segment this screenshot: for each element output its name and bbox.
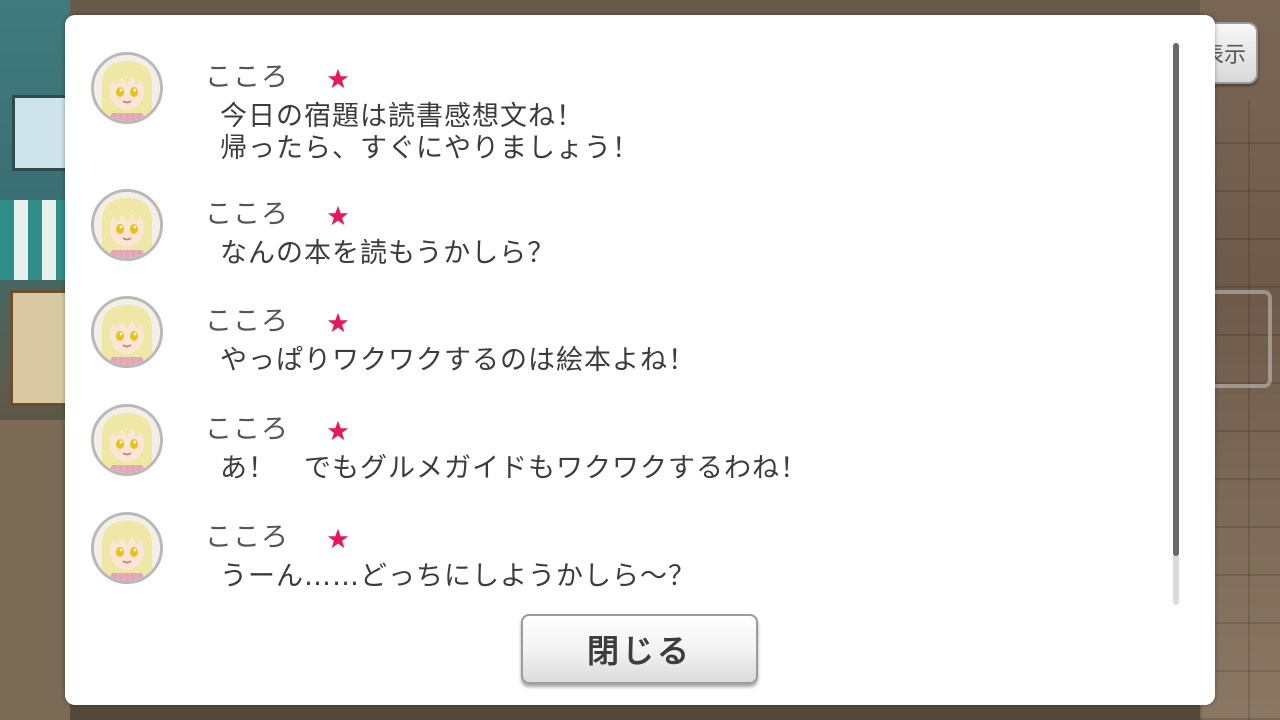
dialogue-line: やっぱりワクワクするのは絵本よね！ bbox=[220, 345, 696, 376]
speaker-name: こころ bbox=[205, 199, 289, 230]
kokoro-portrait-icon bbox=[94, 515, 160, 581]
background-awning bbox=[0, 200, 70, 280]
kokoro-portrait-icon bbox=[94, 299, 160, 365]
close-button[interactable]: 閉じる bbox=[521, 614, 758, 684]
speaker-name: こころ bbox=[205, 522, 289, 553]
dialogue-line: うーん……どっちにしようかしら～？ bbox=[220, 561, 696, 592]
star-icon bbox=[327, 205, 349, 226]
log-scrollbar-thumb[interactable] bbox=[1173, 43, 1179, 556]
speaker-name: こころ bbox=[205, 414, 289, 445]
kokoro-portrait-icon bbox=[94, 55, 160, 121]
conversation-log-list[interactable]: こころ 今日の宿題は読書感想文ね！ 帰ったら、すぐにやりましょう！ こころ なん… bbox=[65, 15, 1175, 605]
background-ground bbox=[0, 420, 70, 720]
dialogue-line: なんの本を読もうかしら？ bbox=[220, 238, 556, 269]
conversation-log-dialog: こころ 今日の宿題は読書感想文ね！ 帰ったら、すぐにやりましょう！ こころ なん… bbox=[65, 15, 1215, 705]
dialogue-line: 帰ったら、すぐにやりましょう！ bbox=[220, 133, 640, 164]
star-icon bbox=[327, 528, 349, 549]
game-screen: 表示 こころ 今日の宿題は読書感想文ね！ 帰ったら、すぐにやりましょう！ こころ… bbox=[0, 0, 1280, 720]
background-window bbox=[12, 95, 70, 171]
kokoro-portrait-icon bbox=[94, 192, 160, 258]
speaker-name: こころ bbox=[205, 62, 289, 93]
speaker-name: こころ bbox=[205, 306, 289, 337]
character-avatar bbox=[91, 296, 163, 368]
dialogue-line: あ！ でもグルメガイドもワクワクするわね！ bbox=[220, 453, 808, 484]
star-icon bbox=[327, 68, 349, 89]
character-avatar bbox=[91, 404, 163, 476]
log-scrollbar[interactable] bbox=[1173, 43, 1179, 605]
background-shelf bbox=[10, 290, 71, 406]
star-icon bbox=[327, 312, 349, 333]
kokoro-portrait-icon bbox=[94, 407, 160, 473]
star-icon bbox=[327, 420, 349, 441]
character-avatar bbox=[91, 512, 163, 584]
close-button-label: 閉じる bbox=[586, 632, 692, 670]
character-avatar bbox=[91, 52, 163, 124]
character-avatar bbox=[91, 189, 163, 261]
